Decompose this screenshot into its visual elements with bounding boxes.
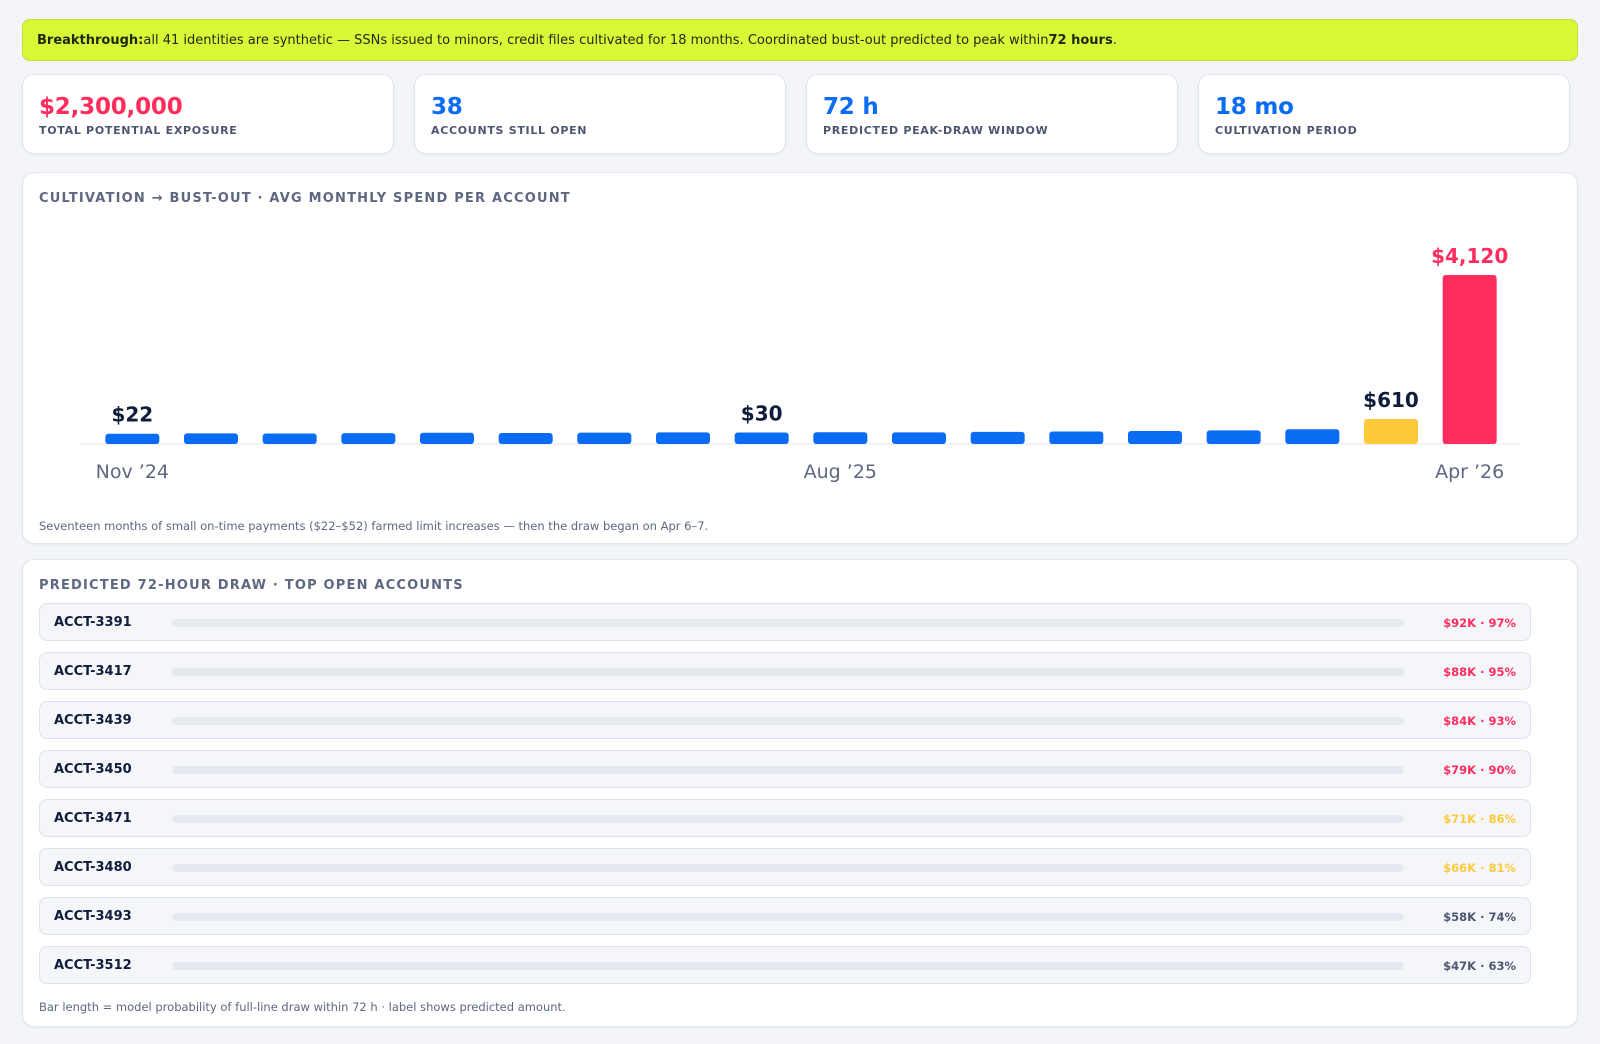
draw-probability-track [172, 962, 1404, 970]
spend-bar-chart: $22 $30 $610 $4,120 Nov ’24 Aug ’25 Apr ’26 [81, 244, 1521, 483]
account-row[interactable]: ACCT-3439 $84K · 93% [39, 701, 1531, 739]
x-tick-label: Nov ’24 [96, 461, 169, 483]
predicted-draw-label: $88K · 95% [1443, 665, 1516, 679]
spend-bar [577, 432, 632, 444]
draw-probability-track [172, 864, 1404, 872]
spend-bar [1049, 431, 1104, 444]
spend-bar [892, 432, 946, 444]
account-row[interactable]: ACCT-3391 $92K · 97% [39, 603, 1531, 641]
bar-value-label: $22 [111, 403, 153, 427]
banner-tail: . [1112, 32, 1117, 48]
draw-probability-track [172, 668, 1404, 676]
bar-value-label: $30 [741, 402, 783, 426]
predicted-draw-label: $71K · 86% [1443, 812, 1516, 826]
account-row[interactable]: ACCT-3512 $47K · 63% [39, 946, 1531, 984]
kpi-card-open-accounts: 38 Accounts still open [414, 74, 786, 154]
draw-probability-track [172, 913, 1404, 921]
banner-text: all 41 identities are synthetic — SSNs i… [143, 32, 1049, 48]
spend-bar [420, 432, 474, 444]
breakthrough-banner: Breakthrough: all 41 identities are synt… [22, 19, 1578, 61]
draw-probability-track [172, 717, 1404, 725]
spend-bar [341, 433, 396, 444]
account-id: ACCT-3439 [54, 713, 132, 728]
draw-probability-track [172, 766, 1404, 774]
account-row[interactable]: ACCT-3417 $88K · 95% [39, 652, 1531, 690]
account-row[interactable]: ACCT-3480 $66K · 81% [39, 848, 1531, 886]
kpi-card-draw-window: 72 h Predicted peak-draw window [806, 74, 1178, 154]
banner-emphasis: 72 hours [1048, 32, 1113, 48]
draw-panel-title: PREDICTED 72-HOUR DRAW · TOP OPEN ACCOUN… [39, 578, 464, 593]
spend-bar [184, 433, 238, 444]
spend-bar [734, 432, 789, 444]
account-row[interactable]: ACCT-3471 $71K · 86% [39, 799, 1531, 837]
kpi-card-exposure: $2,300,000 Total potential exposure [22, 74, 394, 154]
x-tick-label: Aug ’25 [804, 461, 877, 483]
predicted-draw-label: $84K · 93% [1443, 714, 1516, 728]
kpi-value: 38 [431, 94, 463, 120]
draw-probability-track [172, 815, 1404, 823]
spend-chart-card: CULTIVATION → BUST-OUT · AVG MONTHLY SPE… [22, 172, 1578, 544]
account-id: ACCT-3480 [54, 860, 132, 875]
spend-bar [1442, 275, 1497, 444]
predicted-draw-label: $47K · 63% [1443, 959, 1516, 973]
spend-bar [105, 433, 160, 444]
bar-value-label: $4,120 [1431, 244, 1508, 268]
predicted-draw-label: $58K · 74% [1443, 910, 1516, 924]
kpi-card-cultivation: 18 mo Cultivation period [1198, 74, 1570, 154]
kpi-value: 18 mo [1215, 94, 1294, 120]
spend-bar [1364, 418, 1418, 444]
chart-footnote: Seventeen months of small on-time paymen… [39, 519, 709, 533]
banner-lead: Breakthrough: [37, 32, 144, 48]
account-id: ACCT-3417 [54, 664, 132, 679]
account-id: ACCT-3493 [54, 909, 132, 924]
draw-panel-footnote: Bar length = model probability of full-l… [39, 1000, 566, 1014]
spend-bar [1206, 430, 1261, 444]
spend-bar [1128, 431, 1182, 444]
kpi-label: Cultivation period [1215, 124, 1358, 137]
spend-bar [262, 433, 317, 444]
predicted-draw-label: $66K · 81% [1443, 861, 1516, 875]
x-tick-label: Apr ’26 [1435, 461, 1504, 483]
kpi-value: 72 h [823, 94, 879, 120]
bar-value-label: $610 [1363, 388, 1419, 412]
account-id: ACCT-3471 [54, 811, 132, 826]
predicted-draw-label: $79K · 90% [1443, 763, 1516, 777]
predicted-draw-label: $92K · 97% [1443, 616, 1516, 630]
kpi-label: Predicted peak-draw window [823, 124, 1049, 137]
kpi-value: $2,300,000 [39, 94, 183, 120]
account-id: ACCT-3450 [54, 762, 132, 777]
spend-bar [1285, 429, 1340, 444]
kpi-label: Total potential exposure [39, 124, 238, 137]
account-row[interactable]: ACCT-3450 $79K · 90% [39, 750, 1531, 788]
draw-panel-card: PREDICTED 72-HOUR DRAW · TOP OPEN ACCOUN… [22, 559, 1578, 1027]
account-row[interactable]: ACCT-3493 $58K · 74% [39, 897, 1531, 935]
spend-bar [498, 432, 553, 444]
account-id: ACCT-3391 [54, 615, 132, 630]
draw-probability-track [172, 619, 1404, 627]
spend-bar [970, 431, 1025, 444]
kpi-label: Accounts still open [431, 124, 588, 137]
spend-bar [813, 432, 868, 444]
spend-bar [656, 432, 710, 444]
account-id: ACCT-3512 [54, 958, 132, 973]
